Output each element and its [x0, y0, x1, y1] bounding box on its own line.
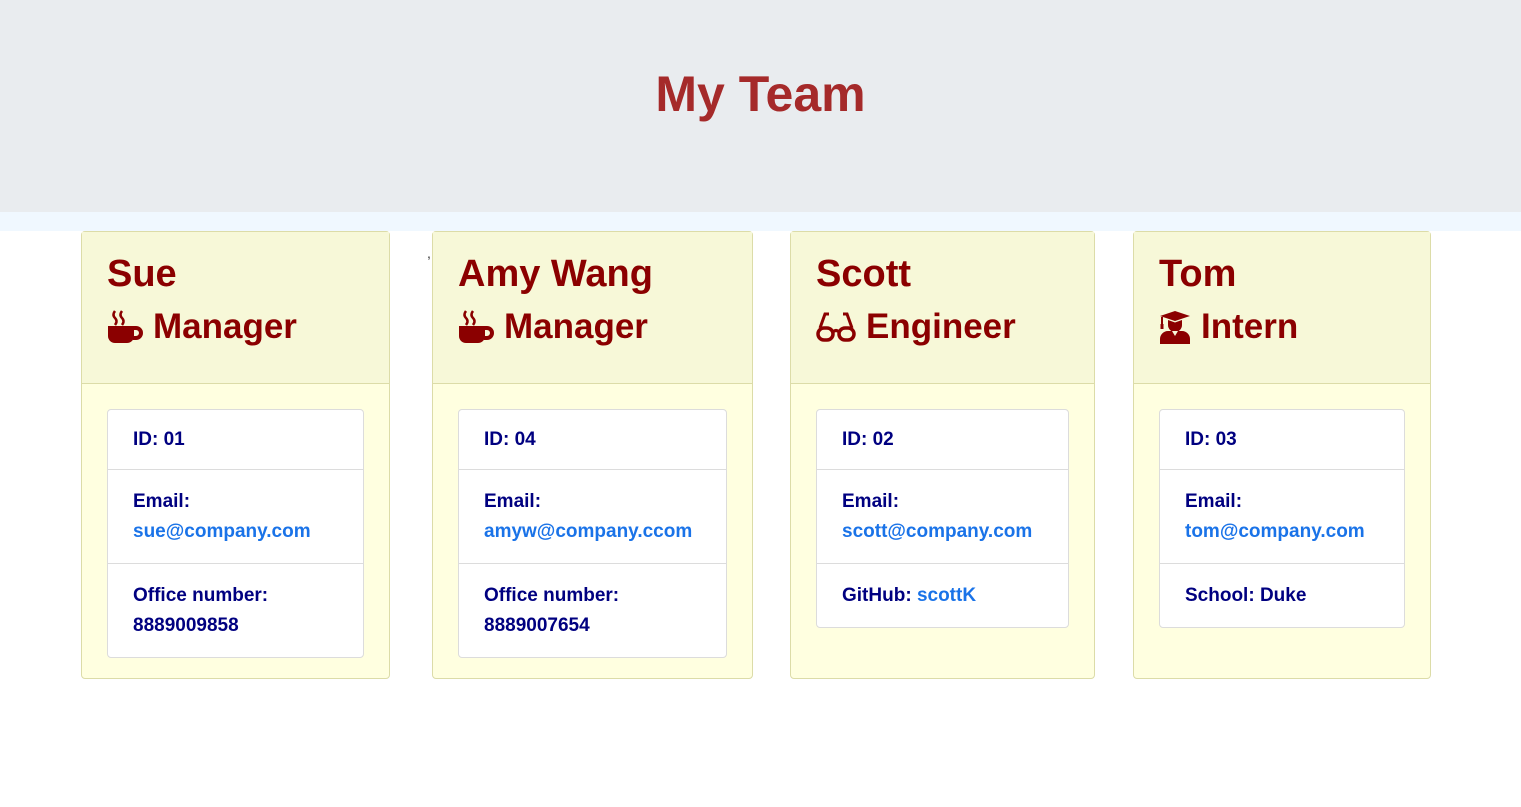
employee-id: ID: 04: [484, 429, 536, 450]
page-title: My Team: [655, 66, 866, 122]
employee-name: Tom: [1159, 253, 1237, 295]
employee-id: ID: 02: [842, 429, 894, 450]
office-number: Office number: 8889007654: [459, 563, 726, 657]
header-divider-band: [0, 212, 1521, 231]
employee-role-label: Engineer: [866, 307, 1016, 346]
school: School: Duke: [1160, 563, 1404, 627]
office-number-label: Office number:: [133, 585, 269, 606]
card-header: Tom Intern: [1134, 232, 1430, 384]
employee-card-sue: Sue Manager ID: 01 Email: sue@company.co…: [81, 231, 390, 679]
employee-role: Manager: [458, 307, 752, 346]
office-number-label: Office number:: [484, 585, 620, 606]
email-link[interactable]: amyw@company.ccom: [484, 521, 692, 542]
card-header: Amy Wang Manager: [433, 232, 752, 384]
employee-details: ID: 02 Email: scott@company.com GitHub: …: [816, 409, 1069, 628]
email-label: Email:: [1185, 491, 1243, 512]
employee-email: Email: sue@company.com: [108, 469, 363, 563]
employee-card-scott: Scott Engineer ID: 02 Email: scott@compa…: [790, 231, 1095, 679]
card-header: Scott Engineer: [791, 232, 1094, 384]
office-number-value: 8889007654: [484, 615, 590, 636]
coffee-icon: [458, 310, 494, 344]
employee-id: ID: 03: [1185, 429, 1237, 450]
employee-card-tom: Tom Intern ID: 03 Email: tom@company.com…: [1133, 231, 1431, 679]
glasses-icon: [816, 310, 856, 344]
employee-details: ID: 04 Email: amyw@company.ccom Office n…: [458, 409, 727, 658]
office-number-value: 8889009858: [133, 615, 239, 636]
email-label: Email:: [133, 491, 191, 512]
email-label: Email:: [484, 491, 542, 512]
employee-role: Intern: [1159, 307, 1430, 346]
github: GitHub: scottK: [817, 563, 1068, 627]
employee-role-label: Intern: [1201, 307, 1299, 346]
github-link[interactable]: scottK: [917, 585, 976, 606]
employee-role-label: Manager: [504, 307, 648, 346]
employee-role: Manager: [107, 307, 389, 346]
github-label: GitHub:: [842, 585, 912, 606]
employee-email: Email: tom@company.com: [1160, 469, 1404, 563]
coffee-icon: [107, 310, 143, 344]
email-link[interactable]: tom@company.com: [1185, 521, 1365, 542]
card-header: Sue Manager: [82, 232, 389, 384]
employee-id: ID: 01: [133, 429, 185, 450]
employee-email: Email: scott@company.com: [817, 469, 1068, 563]
employee-card-amy-wang: Amy Wang Manager ID: 04 Email: amyw@comp…: [432, 231, 753, 679]
employee-role: Engineer: [816, 307, 1094, 346]
email-link[interactable]: sue@company.com: [133, 521, 311, 542]
stray-mark: ,: [427, 245, 431, 261]
employee-email: Email: amyw@company.ccom: [459, 469, 726, 563]
employee-name: Amy Wang: [458, 253, 653, 295]
employee-name: Sue: [107, 253, 177, 295]
employee-role-label: Manager: [153, 307, 297, 346]
office-number: Office number: 8889009858: [108, 563, 363, 657]
page-header: My Team: [0, 0, 1521, 212]
email-link[interactable]: scott@company.com: [842, 521, 1032, 542]
graduate-icon: [1159, 310, 1191, 344]
employee-details: ID: 01 Email: sue@company.com Office num…: [107, 409, 364, 658]
employee-details: ID: 03 Email: tom@company.com School: Du…: [1159, 409, 1405, 628]
employee-name: Scott: [816, 253, 911, 295]
email-label: Email:: [842, 491, 900, 512]
